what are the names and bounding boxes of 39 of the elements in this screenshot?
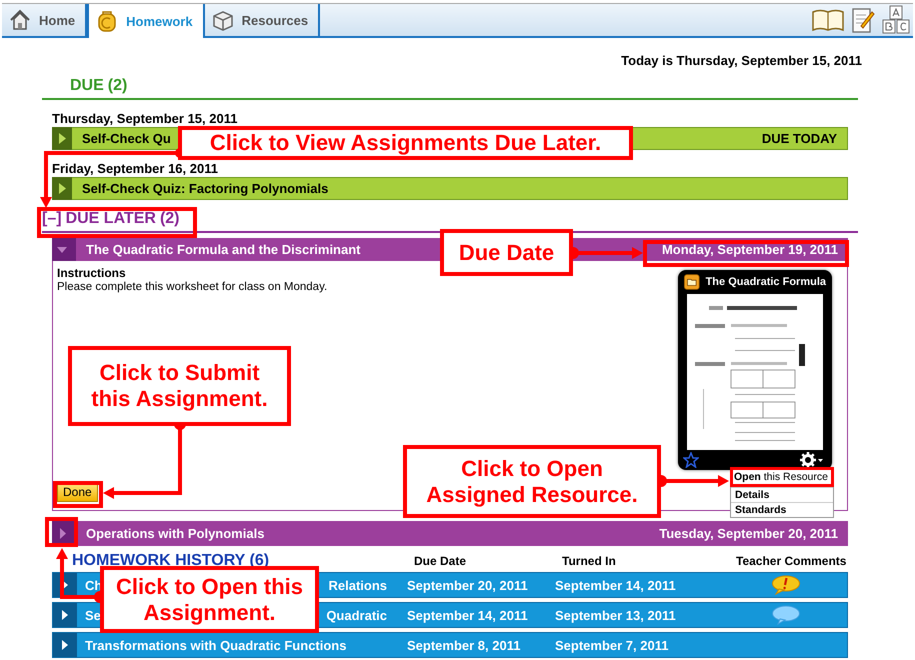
resource-card[interactable]: The Quadratic Formula (678, 270, 832, 470)
tab[interactable]: Homework (87, 4, 205, 38)
due-date: September 20, 2011 (407, 578, 529, 592)
due-date: Tuesday, September 20, 2011 (659, 526, 838, 541)
annotation-tooltip: Click to Submit this Assignment. (68, 346, 291, 426)
section-heading: DUE (70, 77, 104, 95)
due-date: September 14, 2011 (407, 608, 529, 622)
assignment-row[interactable]: Self-Check Quiz: Factoring Polynomials (52, 177, 848, 200)
collapse-toggle[interactable]: [–] (42, 210, 62, 228)
instructions-text: Please complete this worksheet for class on Monday. (57, 281, 328, 293)
turned-in-date: September 14, 2011 (555, 578, 677, 592)
menu-item[interactable]: Details (731, 487, 833, 502)
assignment-title: Transformations with Quadratic Functions (85, 638, 346, 652)
item-count: (2) (160, 210, 180, 228)
due-date: Monday, September 19, 2011 (662, 242, 838, 257)
turned-in-date: September 7, 2011 (555, 638, 670, 652)
annotation-tooltip: Click to Open Assigned Resource. (403, 445, 661, 518)
annotation-tooltip: Click to Open this Assignment. (100, 566, 319, 633)
column-header: Teacher Comments (736, 554, 846, 568)
item-count: (2) (108, 77, 128, 95)
resource-title: The Quadratic Formula (706, 276, 826, 288)
assignment-title: Relations (328, 578, 387, 592)
instructions-label: Instructions (57, 266, 126, 280)
section-heading: DUE LATER (66, 210, 156, 228)
assignment-title: Quadratic (326, 608, 387, 622)
turned-in-date: September 13, 2011 (555, 608, 677, 622)
day-heading: Friday, September 16, 2011 (52, 161, 219, 177)
column-header: Due Date (414, 554, 468, 568)
assignment-row[interactable]: Operations with Polynomials Tuesday, September 20, 2011 (52, 521, 848, 546)
assignment-title: Se (85, 608, 101, 622)
menu-item[interactable]: Standards (731, 502, 833, 517)
day-heading: Thursday, September 15, 2011 (52, 111, 238, 127)
annotation-tooltip: Due Date (440, 229, 573, 276)
due-date: September 8, 2011 (407, 638, 522, 652)
annotation-tooltip: Click to View Assignments Due Later. (178, 126, 633, 160)
date-text: Today is Thursday, September 15, 2011 (620, 53, 862, 69)
due-tag: DUE TODAY (762, 131, 847, 146)
column-header: Turned In (562, 554, 617, 568)
tab[interactable]: Resources (204, 4, 320, 36)
